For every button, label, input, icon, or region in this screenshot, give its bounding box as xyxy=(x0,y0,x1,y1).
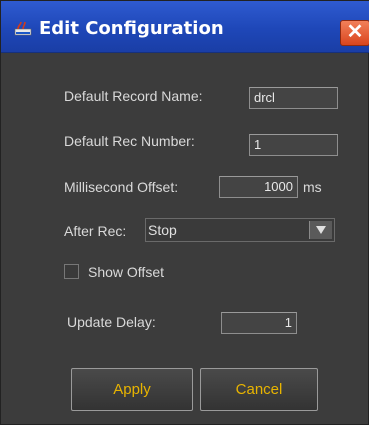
after-rec-select[interactable]: Stop xyxy=(145,218,335,242)
dropdown-arrow-icon[interactable] xyxy=(309,221,332,239)
show-offset-checkbox[interactable] xyxy=(64,264,79,279)
edit-configuration-dialog: Edit Configuration ✕ Default Record Name… xyxy=(0,0,369,425)
rec-number-field[interactable]: 1 xyxy=(249,134,338,156)
close-icon: ✕ xyxy=(346,21,364,43)
update-delay-field[interactable]: 1 xyxy=(221,312,297,334)
close-button[interactable]: ✕ xyxy=(340,20,369,46)
window-title: Edit Configuration xyxy=(39,18,224,39)
ms-offset-label: Millisecond Offset: xyxy=(64,179,179,195)
update-delay-label: Update Delay: xyxy=(67,314,156,330)
java-app-icon xyxy=(14,20,32,36)
ms-offset-field[interactable]: 1000 xyxy=(219,176,298,198)
record-name-field[interactable]: drcl xyxy=(249,87,338,109)
apply-button[interactable]: Apply xyxy=(71,368,193,411)
title-bar[interactable]: Edit Configuration ✕ xyxy=(1,1,369,53)
rec-number-label: Default Rec Number: xyxy=(64,133,195,149)
show-offset-label: Show Offset xyxy=(88,264,165,280)
record-name-label: Default Record Name: xyxy=(64,88,203,104)
after-rec-label: After Rec: xyxy=(64,223,127,239)
ms-unit-label: ms xyxy=(303,179,322,195)
after-rec-value: Stop xyxy=(148,222,177,238)
cancel-button[interactable]: Cancel xyxy=(200,368,318,411)
